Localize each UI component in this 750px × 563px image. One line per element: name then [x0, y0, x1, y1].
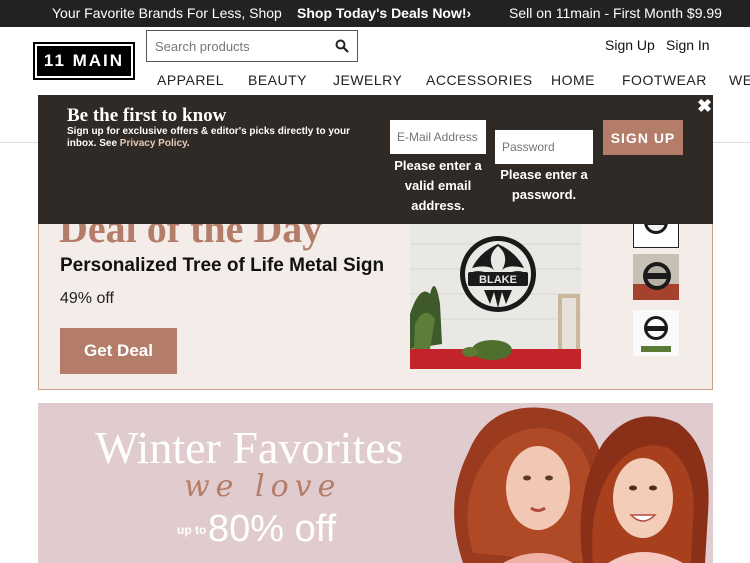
- sign-up-link[interactable]: Sign Up: [605, 37, 655, 53]
- promo-topbar: Your Favorite Brands For Less, Shop Shop…: [0, 0, 750, 27]
- email-field[interactable]: [390, 120, 486, 154]
- close-icon[interactable]: ✖: [697, 96, 712, 117]
- product-thumbnail-1[interactable]: [633, 224, 679, 248]
- banner-title: Winter Favorites: [95, 422, 404, 473]
- password-error-message: Please enter a password.: [500, 167, 588, 202]
- nav-beauty[interactable]: BEAUTY: [248, 72, 307, 88]
- deal-product-title[interactable]: Personalized Tree of Life Metal Sign: [60, 255, 384, 277]
- popup-title: Be the first to know: [67, 105, 227, 126]
- popup-desc-text: Sign up for exclusive offers & editor's …: [67, 126, 351, 149]
- privacy-policy-link[interactable]: Privacy Policy: [120, 138, 187, 149]
- popup-sign-up-button[interactable]: SIGN UP: [603, 120, 683, 155]
- newsletter-popup: Be the first to know Sign up for exclusi…: [38, 95, 713, 224]
- deal-heading: Deal of the Day: [59, 224, 323, 251]
- product-thumbnail-2[interactable]: [633, 254, 679, 300]
- nav-footwear[interactable]: FOOTWEAR: [622, 72, 707, 88]
- get-deal-button[interactable]: Get Deal: [60, 328, 177, 374]
- banner-script-text: we love: [184, 469, 342, 504]
- banner-discount: 80% off: [208, 508, 337, 550]
- search-input[interactable]: [147, 31, 327, 61]
- product-thumbnail-3[interactable]: [633, 310, 679, 356]
- sign-name-text: BLAKE: [479, 274, 517, 286]
- nav-home[interactable]: HOME: [551, 72, 595, 88]
- email-error-message: Please enter a valid email address.: [394, 158, 482, 213]
- search-icon[interactable]: [335, 39, 349, 53]
- password-field[interactable]: [495, 130, 593, 164]
- nav-more[interactable]: WE: [729, 72, 750, 88]
- banner-photo: [443, 403, 713, 563]
- nav-apparel[interactable]: APPAREL: [157, 72, 224, 88]
- deal-of-the-day: Deal of the Day Personalized Tree of Lif…: [38, 224, 713, 390]
- product-image[interactable]: BLAKE: [410, 224, 581, 369]
- popup-description: Sign up for exclusive offers & editor's …: [67, 126, 351, 149]
- main-nav: APPAREL BEAUTY JEWELRY ACCESSORIES HOME …: [0, 72, 750, 92]
- nav-accessories[interactable]: ACCESSORIES: [426, 72, 533, 88]
- banner-upto: up to: [177, 523, 207, 537]
- search-box: [146, 30, 358, 62]
- nav-jewelry[interactable]: JEWELRY: [333, 72, 402, 88]
- sign-in-link[interactable]: Sign In: [666, 37, 710, 53]
- topbar-sell-link[interactable]: Sell on 11main - First Month $9.99: [509, 5, 722, 21]
- topbar-tagline[interactable]: Your Favorite Brands For Less, Shop: [52, 5, 282, 21]
- winter-favorites-banner[interactable]: Winter Favorites we love up to 80% off: [38, 403, 713, 563]
- deal-discount: 49% off: [60, 290, 114, 307]
- topbar-deals-link[interactable]: Shop Today's Deals Now!›: [297, 5, 471, 21]
